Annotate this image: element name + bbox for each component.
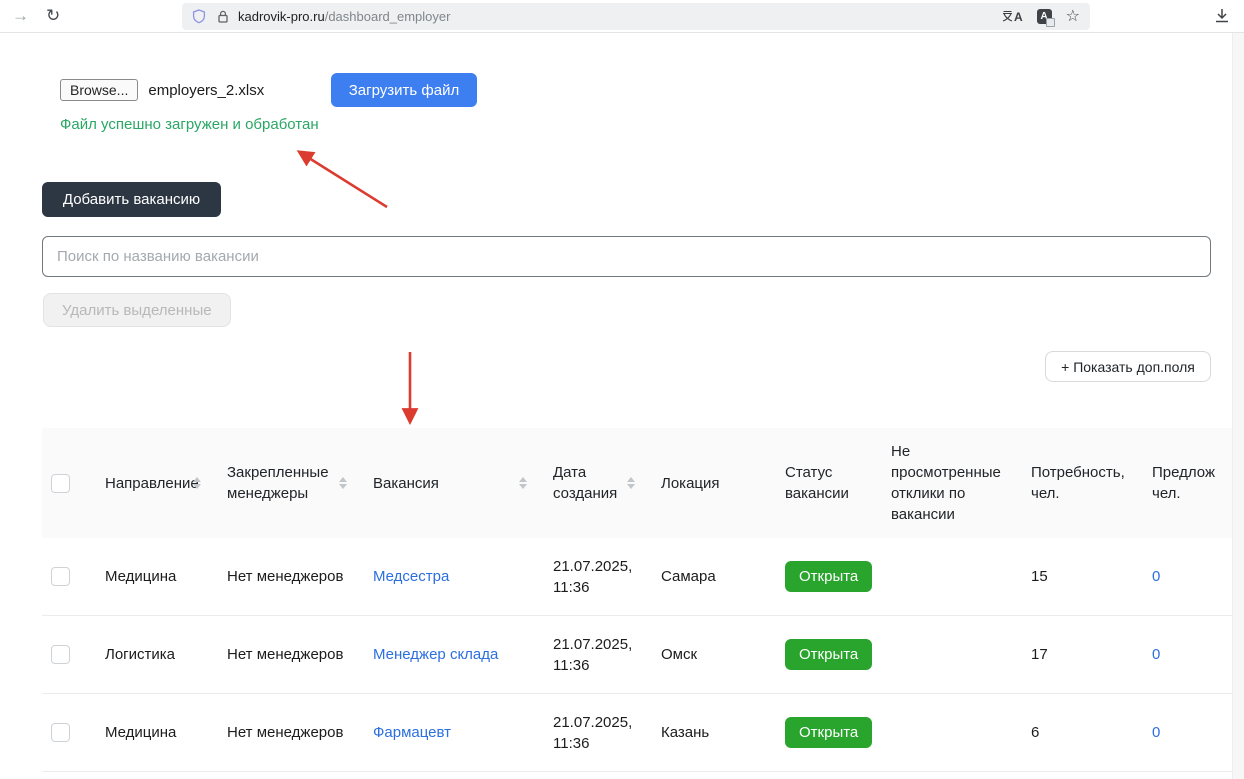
vacancy-search-input[interactable] [42, 236, 1211, 277]
url-bar[interactable]: kadrovik-pro.ru/dashboard_employer A A ☆ [182, 3, 1090, 30]
created-date: 21.07.2025, [553, 712, 649, 733]
column-header-status: Статус вакансии [773, 462, 879, 504]
tracking-protection-shield-icon[interactable] [192, 9, 206, 24]
url-path: /dashboard_employer [325, 9, 451, 24]
upload-success-message: Файл успешно загружен и обработан [60, 116, 319, 133]
created-cell: 21.07.2025, 11:36 [541, 556, 649, 598]
column-label: Локация [661, 473, 773, 494]
managers-cell: Нет менеджеров [215, 644, 361, 665]
download-icon[interactable] [1213, 8, 1231, 25]
vacancy-link[interactable]: Менеджер склада [373, 646, 498, 663]
column-label: Не [891, 441, 1019, 462]
created-cell: 21.07.2025, 11:36 [541, 634, 649, 676]
column-header-managers[interactable]: Закрепленные менеджеры [215, 462, 361, 504]
annotation-arrow-to-success-message [285, 140, 397, 215]
location-cell: Самара [649, 566, 773, 587]
column-header-vacancy[interactable]: Вакансия [361, 473, 541, 494]
need-cell: 15 [1019, 566, 1140, 587]
created-date: 21.07.2025, [553, 634, 649, 655]
upload-file-button[interactable]: Загрузить файл [331, 73, 477, 107]
need-cell: 6 [1019, 722, 1140, 743]
reload-icon[interactable]: ↻ [46, 4, 60, 28]
location-cell: Казань [649, 722, 773, 743]
managers-cell: Нет менеджеров [215, 566, 361, 587]
translate-icon[interactable]: A [1002, 10, 1023, 24]
column-label: просмотренные [891, 462, 1019, 483]
column-label: Потребность, [1031, 462, 1140, 483]
location-cell: Омск [649, 644, 773, 665]
browser-window: → ↻ kadrovik-pro.ru/dashboard_employer A… [0, 0, 1244, 779]
table-row: Логистика Нет менеджеров Менеджер склада… [42, 616, 1244, 694]
table-header-row: Направление Закрепленные менеджеры Вакан… [42, 428, 1244, 538]
add-vacancy-button[interactable]: Добавить вакансию [42, 182, 221, 217]
page-translate-sub-icon [1046, 18, 1055, 27]
vacancy-link[interactable]: Медсестра [373, 568, 449, 585]
column-header-need: Потребность, чел. [1019, 462, 1140, 504]
managers-cell: Нет менеджеров [215, 722, 361, 743]
column-header-location: Локация [649, 473, 773, 494]
vacancies-table: Направление Закрепленные менеджеры Вакан… [42, 428, 1244, 772]
status-badge[interactable]: Открыта [785, 717, 872, 748]
selected-filename: employers_2.xlsx [148, 82, 264, 99]
row-checkbox[interactable] [51, 723, 70, 742]
url-host: kadrovik-pro.ru [238, 9, 325, 24]
created-time: 11:36 [553, 577, 649, 598]
column-label: чел. [1152, 483, 1244, 504]
direction-cell: Логистика [93, 644, 215, 665]
offer-link[interactable]: 0 [1152, 646, 1160, 663]
column-header-created[interactable]: Дата создания [541, 462, 649, 504]
column-label: Вакансия [373, 473, 541, 494]
forward-icon[interactable]: → [12, 4, 29, 28]
offer-link[interactable]: 0 [1152, 568, 1160, 585]
column-label: Статус [785, 462, 879, 483]
status-badge[interactable]: Открыта [785, 639, 872, 670]
column-label: отклики по [891, 483, 1019, 504]
page-translate-icon[interactable]: A [1037, 9, 1052, 24]
created-cell: 21.07.2025, 11:36 [541, 712, 649, 754]
browse-button[interactable]: Browse... [60, 79, 138, 101]
annotation-arrow-to-table [397, 348, 423, 440]
vacancy-link[interactable]: Фармацевт [373, 724, 451, 741]
direction-cell: Медицина [93, 566, 215, 587]
row-checkbox[interactable] [51, 645, 70, 664]
created-time: 11:36 [553, 655, 649, 676]
sort-icon[interactable] [627, 477, 635, 489]
browser-toolbar: → ↻ kadrovik-pro.ru/dashboard_employer A… [0, 0, 1244, 33]
column-label: чел. [1031, 483, 1140, 504]
column-header-direction[interactable]: Направление [93, 473, 215, 494]
select-all-checkbox[interactable] [51, 474, 70, 493]
column-label: вакансии [785, 483, 879, 504]
row-checkbox[interactable] [51, 567, 70, 586]
sort-icon[interactable] [339, 477, 347, 489]
column-label: вакансии [891, 504, 1019, 525]
delete-selected-button[interactable]: Удалить выделенные [43, 293, 231, 327]
sort-icon[interactable] [519, 477, 527, 489]
offer-link[interactable]: 0 [1152, 724, 1160, 741]
table-row: Медицина Нет менеджеров Фармацевт 21.07.… [42, 694, 1244, 772]
column-header-unviewed-responses: Не просмотренные отклики по вакансии [879, 441, 1019, 525]
column-label: Предлож [1152, 462, 1244, 483]
direction-cell: Медицина [93, 722, 215, 743]
page-scrollbar[interactable] [1232, 33, 1244, 779]
created-time: 11:36 [553, 733, 649, 754]
file-upload-row: Browse... employers_2.xlsx [60, 73, 264, 107]
url-text: kadrovik-pro.ru/dashboard_employer [238, 9, 450, 24]
bookmark-star-icon[interactable]: ☆ [1066, 9, 1080, 24]
table-row: Медицина Нет менеджеров Медсестра 21.07.… [42, 538, 1244, 616]
https-lock-icon[interactable] [216, 9, 230, 24]
created-date: 21.07.2025, [553, 556, 649, 577]
need-cell: 17 [1019, 644, 1140, 665]
sort-icon[interactable] [193, 477, 201, 489]
column-header-offer: Предлож чел. [1140, 462, 1244, 504]
show-extra-fields-button[interactable]: + Показать доп.поля [1045, 351, 1211, 382]
status-badge[interactable]: Открыта [785, 561, 872, 592]
